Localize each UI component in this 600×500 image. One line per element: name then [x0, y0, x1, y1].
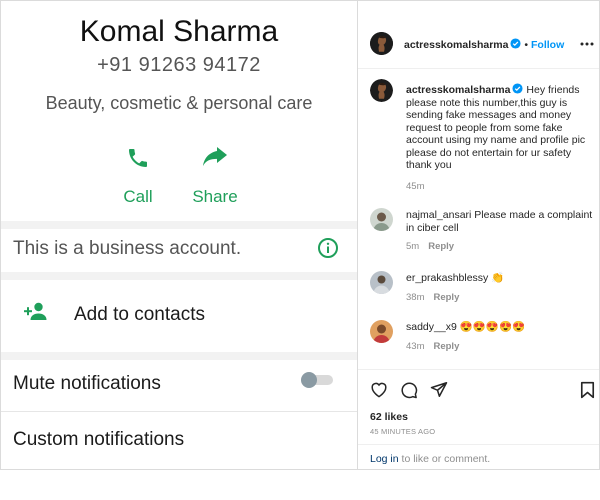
section-divider	[1, 221, 357, 229]
whatsapp-contact-panel: Komal Sharma +91 91263 94172 Beauty, cos…	[1, 1, 357, 469]
caption: actresskomalsharma Hey friends please no…	[406, 83, 590, 172]
business-category: Beauty, cosmetic & personal care	[45, 93, 313, 113]
likes-count[interactable]: 62 likes	[370, 411, 408, 423]
reply-button[interactable]: Reply	[433, 341, 459, 352]
instagram-post-panel: actresskomalsharma • Follow actresskomal…	[357, 1, 599, 469]
commenter-avatar[interactable]	[370, 208, 393, 231]
share-label: Share	[192, 187, 238, 206]
add-person-icon	[24, 302, 47, 320]
comment-username[interactable]: er_prakashblessy	[406, 272, 488, 284]
commenter-avatar[interactable]	[370, 271, 393, 294]
comment-icon[interactable]	[400, 381, 418, 399]
commenter-avatar[interactable]	[370, 320, 393, 343]
comment-time: 43m	[406, 341, 425, 352]
share-icon[interactable]	[430, 381, 448, 398]
phone-icon	[129, 149, 147, 167]
reply-button[interactable]: Reply	[428, 241, 454, 252]
business-notice: This is a business account.	[13, 238, 242, 259]
login-suffix: to like or comment.	[398, 453, 491, 465]
actions-divider	[358, 369, 599, 370]
post-username[interactable]: actresskomalsharma	[404, 39, 508, 51]
login-link[interactable]: Log in	[370, 453, 399, 465]
follow-button[interactable]: Follow	[531, 39, 564, 51]
comment-text: 👏	[491, 272, 505, 284]
reply-button[interactable]: Reply	[433, 292, 459, 303]
more-options-icon[interactable]	[580, 42, 594, 46]
heart-icon[interactable]	[370, 381, 388, 398]
info-icon[interactable]	[317, 237, 339, 259]
toggle-thumb	[301, 372, 317, 388]
comment-meta: 38m Reply	[406, 292, 459, 303]
footer-divider	[358, 444, 599, 445]
comment-text: 😍😍😍😍😍	[459, 321, 526, 333]
comment-username[interactable]: najmal_ansari	[406, 209, 471, 221]
header-divider	[358, 68, 599, 69]
share-arrow-icon	[203, 147, 227, 166]
section-divider	[1, 272, 357, 280]
row-divider	[1, 411, 357, 412]
caption-avatar[interactable]	[370, 79, 393, 102]
bookmark-icon[interactable]	[580, 381, 595, 399]
comment-time: 5m	[406, 241, 420, 252]
comment-meta: 43m Reply	[406, 341, 459, 352]
post-header: actresskomalsharma • Follow	[404, 38, 565, 51]
contact-name: Komal Sharma	[79, 15, 279, 48]
login-prompt: Log in to like or comment.	[370, 453, 490, 465]
caption-text: Hey friends please note this number,this…	[406, 84, 586, 171]
contact-phone: +91 91263 94172	[97, 54, 261, 76]
mute-notifications-label: Mute notifications	[13, 373, 161, 394]
mute-notifications-toggle[interactable]	[301, 372, 333, 388]
comment: saddy__x9 😍😍😍😍😍	[406, 321, 596, 334]
add-to-contacts-label: Add to contacts	[74, 304, 205, 325]
comment-time: 38m	[406, 292, 425, 303]
comment: er_prakashblessy 👏	[406, 272, 596, 285]
comment: najmal_ansari Please made a complaint in…	[406, 209, 596, 234]
comment-meta: 5m Reply	[406, 241, 454, 252]
bottom-margin	[0, 470, 600, 500]
add-to-contacts-row[interactable]: Add to contacts	[1, 291, 357, 335]
caption-username[interactable]: actresskomalsharma	[406, 84, 510, 96]
verified-badge-icon	[510, 38, 522, 49]
share-button[interactable]: Share	[170, 143, 260, 207]
comment-username[interactable]: saddy__x9	[406, 321, 457, 333]
verified-badge-icon	[512, 83, 524, 94]
avatar[interactable]	[370, 32, 393, 55]
section-divider	[1, 352, 357, 360]
post-timestamp: 45 MINUTES AGO	[370, 427, 436, 436]
custom-notifications-label[interactable]: Custom notifications	[13, 429, 184, 451]
caption-time: 45m	[406, 181, 425, 192]
screenshot-frame: Komal Sharma +91 91263 94172 Beauty, cos…	[0, 0, 600, 470]
